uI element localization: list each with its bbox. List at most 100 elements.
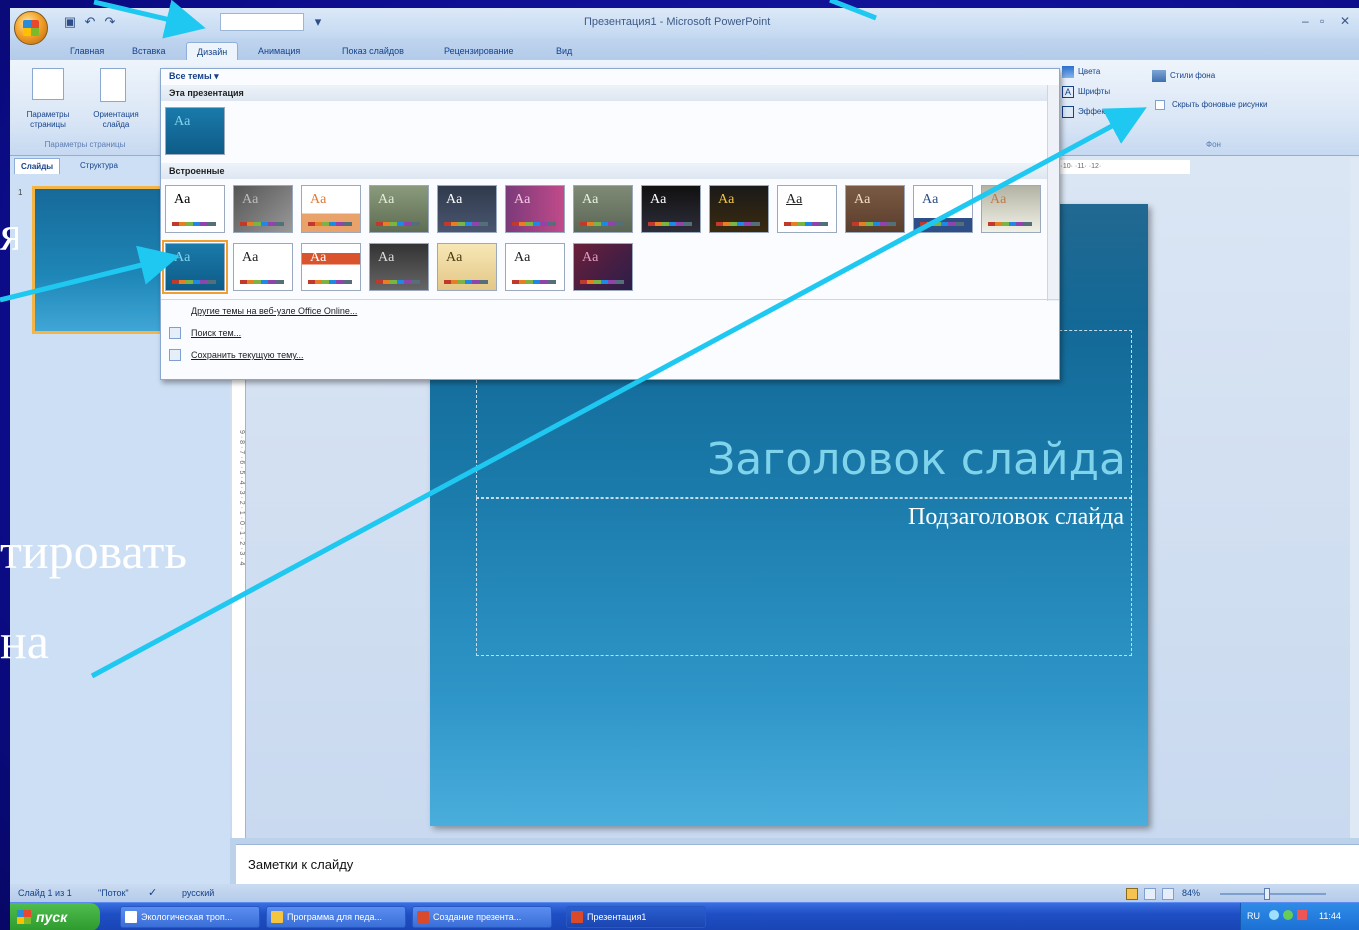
font-size-box[interactable] — [220, 13, 304, 31]
tab-review[interactable]: Рецензирование — [434, 42, 524, 60]
theme-module[interactable]: Aa — [845, 185, 905, 233]
theme-foundry[interactable]: Aa — [641, 185, 701, 233]
office-logo-icon — [23, 20, 39, 36]
theme-civic[interactable]: Aa — [369, 185, 429, 233]
group-background-label: Фон — [1206, 140, 1221, 149]
tab-design[interactable]: Дизайн — [186, 42, 239, 60]
normal-view-icon[interactable] — [1126, 888, 1138, 900]
theme-solstice[interactable]: Aa — [301, 243, 361, 291]
slide-orientation-icon[interactable] — [100, 68, 126, 102]
theme-gallery: Все темы ▾ Эта презентация Aa Встроенные… — [160, 68, 1060, 380]
redo-icon[interactable]: ↷ — [102, 14, 118, 30]
language-indicator: русский — [182, 888, 215, 898]
theme-equity[interactable]: Aa — [505, 185, 565, 233]
theme-oriel[interactable]: Aa — [981, 185, 1041, 233]
tab-outline[interactable]: Структура — [74, 158, 124, 174]
taskbar-item-creating[interactable]: Создание презента... — [412, 906, 552, 928]
overlay-word-1: я — [0, 205, 18, 261]
tab-home[interactable]: Главная — [60, 42, 114, 60]
network-icon[interactable] — [1269, 910, 1279, 920]
colors-button[interactable]: Цвета — [1078, 67, 1100, 77]
theme-apex[interactable]: Aa — [233, 185, 293, 233]
page-setup-button[interactable]: Параметры страницы — [18, 110, 78, 130]
theme-current[interactable]: Aa — [165, 107, 225, 155]
effects-button[interactable]: Эффекты — [1078, 107, 1114, 117]
office-button[interactable] — [14, 11, 48, 45]
fonts-button[interactable]: Шрифты — [1078, 87, 1110, 97]
save-theme-icon — [169, 349, 181, 361]
antivirus-icon[interactable] — [1283, 910, 1293, 920]
taskbar: пуск Экологическая троп... Программа для… — [10, 902, 1359, 930]
theme-metro[interactable]: Aa — [777, 185, 837, 233]
customize-qat-icon[interactable]: ▾ — [310, 14, 326, 30]
gallery-scrollbar[interactable] — [1047, 85, 1059, 301]
gallery-separator — [161, 299, 1059, 300]
theme-concourse[interactable]: Aa — [437, 185, 497, 233]
theme-verve[interactable]: Aa — [573, 243, 633, 291]
theme-urban[interactable]: Aa — [505, 243, 565, 291]
minimize-button[interactable]: – — [1302, 14, 1309, 28]
start-button[interactable]: пуск — [10, 903, 100, 930]
zoom-slider-thumb[interactable] — [1264, 888, 1270, 900]
theme-flow-selected[interactable]: Aa — [162, 240, 228, 294]
theme-trek[interactable]: Aa — [437, 243, 497, 291]
all-themes-dropdown[interactable]: Все темы ▾ — [169, 71, 219, 82]
folder-icon — [169, 327, 181, 339]
slide-thumb-number: 1 — [18, 188, 23, 197]
undo-icon[interactable]: ↶ — [82, 14, 98, 30]
status-bar: Слайд 1 из 1 "Поток" ✓ русский 84% — [10, 884, 1359, 904]
close-button[interactable]: ✕ — [1340, 14, 1350, 28]
theme-technic[interactable]: Aa — [369, 243, 429, 291]
group-page-setup-label: Параметры страницы — [44, 140, 126, 149]
clock: 11:44 — [1319, 911, 1341, 921]
taskbar-item-program[interactable]: Программа для педа... — [266, 906, 406, 928]
tray-app-icon[interactable] — [1297, 910, 1307, 920]
menu-browse-themes[interactable]: Поиск тем... — [167, 323, 1047, 343]
theme-office[interactable]: Aa — [165, 185, 225, 233]
tab-slideshow[interactable]: Показ слайдов — [332, 42, 414, 60]
slide-title[interactable]: Заголовок слайда — [707, 434, 1126, 485]
system-tray: RU 11:44 — [1240, 903, 1359, 930]
fonts-icon: A — [1062, 86, 1074, 98]
page-setup-icon[interactable] — [32, 68, 64, 100]
sorter-view-icon[interactable] — [1144, 888, 1156, 900]
taskbar-item-presentation1[interactable]: Презентация1 — [566, 906, 706, 928]
slideshow-view-icon[interactable] — [1162, 888, 1174, 900]
ribbon-tabs: Главная Вставка Дизайн Анимация Показ сл… — [10, 38, 1359, 60]
section-builtin: Встроенные — [161, 163, 1047, 179]
windows-logo-icon — [17, 910, 31, 924]
taskbar-item-ecology[interactable]: Экологическая троп... — [120, 906, 260, 928]
background-styles-icon — [1152, 70, 1166, 82]
zoom-level[interactable]: 84% — [1182, 888, 1200, 898]
slide-subtitle[interactable]: Подзаголовок слайда — [908, 504, 1124, 531]
theme-opulent[interactable]: Aa — [913, 185, 973, 233]
tab-animation[interactable]: Анимация — [248, 42, 310, 60]
save-icon[interactable]: ▣ — [62, 14, 78, 30]
orientation-button[interactable]: Ориентация слайда — [84, 110, 148, 130]
background-styles-button[interactable]: Стили фона — [1170, 71, 1215, 81]
theme-aspect[interactable]: Aa — [301, 185, 361, 233]
hide-background-checkbox[interactable] — [1155, 100, 1165, 110]
horizontal-ruler: ·9· ·10· ·11· ·12· — [1050, 160, 1190, 174]
zoom-slider[interactable] — [1220, 893, 1326, 895]
powerpoint-icon — [417, 911, 429, 923]
menu-more-themes-online[interactable]: Другие темы на веб-узле Office Online... — [167, 301, 1047, 321]
menu-save-current-theme[interactable]: Сохранить текущую тему... — [167, 345, 1047, 365]
theme-median[interactable]: Aa — [709, 185, 769, 233]
spellcheck-icon[interactable]: ✓ — [148, 886, 157, 899]
window-title: Презентация1 - Microsoft PowerPoint — [584, 16, 771, 28]
language-indicator-tray[interactable]: RU — [1247, 911, 1260, 921]
hide-background-label: Скрыть фоновые рисунки — [1172, 100, 1268, 109]
tab-insert[interactable]: Вставка — [122, 42, 175, 60]
tab-slides[interactable]: Слайды — [14, 158, 61, 174]
effects-icon — [1062, 106, 1074, 118]
vertical-scrollbar[interactable] — [1350, 158, 1359, 838]
folder-icon — [271, 911, 283, 923]
theme-flow[interactable]: Aa — [573, 185, 633, 233]
overlay-word-2: тировать — [0, 523, 188, 579]
tab-view[interactable]: Вид — [546, 42, 582, 60]
powerpoint-icon — [571, 911, 583, 923]
theme-paper[interactable]: Aa — [233, 243, 293, 291]
notes-pane[interactable]: Заметки к слайду — [236, 844, 1359, 884]
maximize-button[interactable]: ▫ — [1320, 14, 1324, 28]
